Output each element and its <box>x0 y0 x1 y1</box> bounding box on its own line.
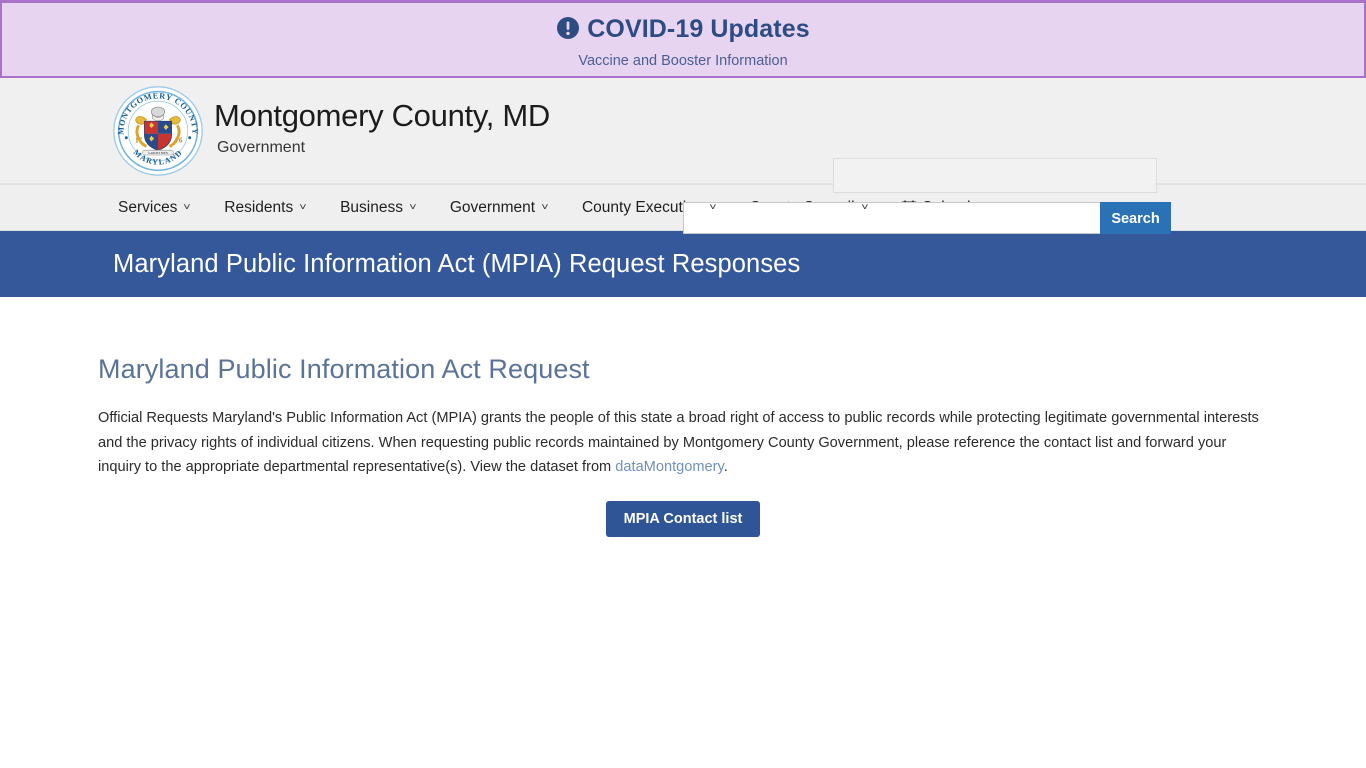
chevron-down-icon: ˅ <box>299 201 307 213</box>
site-header: MONTGOMERY COUNTY MARYLAND 17 76 GARDEZ … <box>0 78 1366 234</box>
covid-alert-banner: COVID-19 Updates Vaccine and Booster Inf… <box>0 0 1366 78</box>
nav-label: Government <box>449 198 536 216</box>
nav-label: Residents <box>224 198 294 216</box>
nav-label: Services <box>118 198 178 216</box>
nav-item-residents[interactable]: Residents ˅ <box>224 198 307 218</box>
main-content: Maryland Public Information Act Request … <box>0 297 1366 768</box>
nav-item-government[interactable]: Government ˅ <box>449 198 549 218</box>
translate-widget-placeholder[interactable] <box>833 158 1157 193</box>
page-title: Maryland Public Information Act (MPIA) R… <box>113 250 801 278</box>
covid-alert-title-text: COVID-19 Updates <box>587 15 810 43</box>
nav-label: Business <box>340 198 403 216</box>
nav-item-services[interactable]: Services ˅ <box>118 198 192 218</box>
svg-text:GARDEZ BIEN: GARDEZ BIEN <box>148 151 169 155</box>
chevron-down-icon: ˅ <box>183 201 192 213</box>
covid-alert-title: COVID-19 Updates <box>2 14 1364 47</box>
content-paragraph: Official Requests Maryland's Public Info… <box>98 406 1260 480</box>
search-input[interactable] <box>683 202 1100 234</box>
nav-item-business[interactable]: Business ˅ <box>340 198 416 218</box>
exclamation-circle-icon <box>556 16 580 47</box>
search-button[interactable]: Search <box>1100 202 1171 234</box>
content-heading: Maryland Public Information Act Request <box>98 354 590 384</box>
montgomery-county-seal-icon: MONTGOMERY COUNTY MARYLAND 17 76 GARDEZ … <box>110 83 206 179</box>
chevron-down-icon: ˅ <box>860 201 869 213</box>
mpia-contact-list-button[interactable]: MPIA Contact list <box>605 500 761 537</box>
site-brand[interactable]: MONTGOMERY COUNTY MARYLAND 17 76 GARDEZ … <box>110 83 550 179</box>
covid-alert-subtitle: Vaccine and Booster Information <box>578 53 788 69</box>
cta-row: MPIA Contact list <box>98 500 1268 537</box>
chevron-down-icon: ˅ <box>409 201 417 213</box>
paragraph-text-part2: . <box>723 459 728 476</box>
chevron-down-icon: ˅ <box>708 201 717 213</box>
page-title-band: Maryland Public Information Act (MPIA) R… <box>0 231 1366 297</box>
datamontgomery-link[interactable]: dataMontgomery <box>615 459 723 475</box>
brand-text-block: Montgomery County, MD Government <box>214 83 550 159</box>
site-search: Search <box>683 202 1171 234</box>
chevron-down-icon: ˅ <box>541 201 549 213</box>
brand-name: Montgomery County, MD <box>214 98 550 133</box>
brand-subtitle: Government <box>217 139 306 156</box>
